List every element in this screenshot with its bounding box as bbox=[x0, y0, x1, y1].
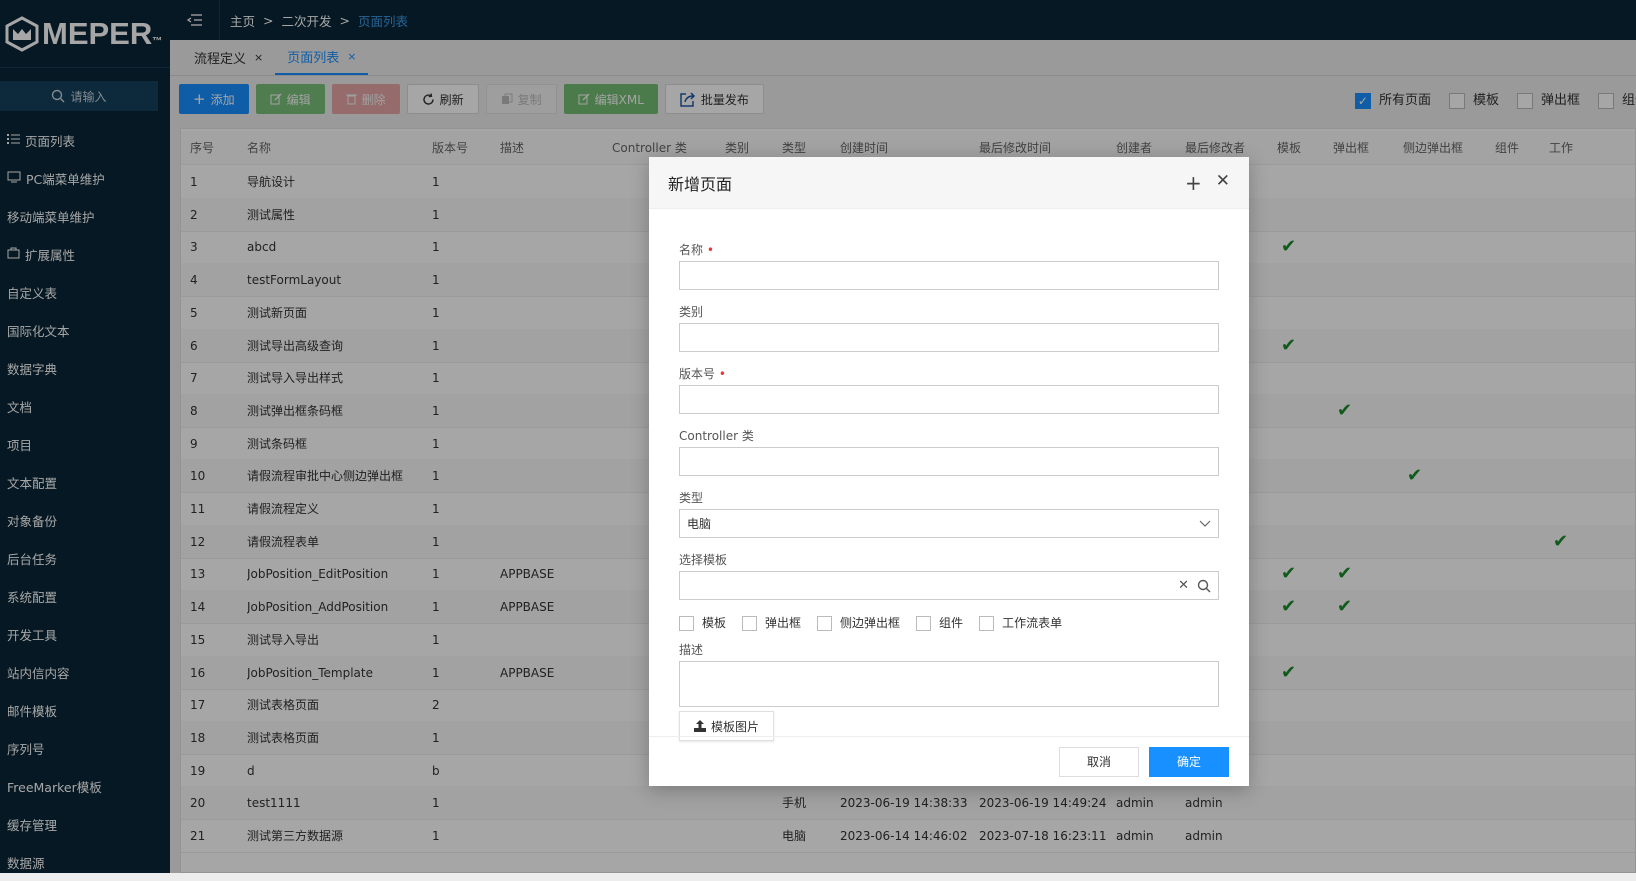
dialog-body: 名称 • 类别 版本号 • Controller 类 类型 电脑 选择模板 ✕ … bbox=[649, 209, 1249, 741]
option-popup[interactable]: 弹出框 bbox=[742, 614, 801, 631]
dialog-title: 新增页面 bbox=[668, 174, 733, 194]
category-input[interactable] bbox=[679, 323, 1219, 352]
option-workflow-form[interactable]: 工作流表单 bbox=[979, 614, 1062, 631]
template-picker[interactable]: ✕ bbox=[679, 571, 1219, 600]
close-icon[interactable]: ✕ bbox=[1216, 171, 1230, 195]
option-side-popup[interactable]: 侧边弹出框 bbox=[817, 614, 900, 631]
version-input[interactable] bbox=[679, 385, 1219, 414]
controller-label: Controller 类 bbox=[679, 429, 754, 443]
upload-label: 模板图片 bbox=[711, 719, 760, 734]
page-kind-options: 模板 弹出框 侧边弹出框 组件 工作流表单 bbox=[679, 613, 1219, 631]
required-mark: • bbox=[718, 367, 726, 381]
template-label: 选择模板 bbox=[679, 553, 728, 567]
type-label: 类型 bbox=[679, 491, 704, 505]
search-icon[interactable] bbox=[1197, 579, 1211, 593]
option-template[interactable]: 模板 bbox=[679, 614, 726, 631]
version-label: 版本号 • bbox=[679, 367, 726, 381]
desc-label: 描述 bbox=[679, 643, 704, 657]
checkbox-icon[interactable] bbox=[742, 615, 758, 631]
checkbox-icon[interactable] bbox=[916, 615, 932, 631]
add-page-dialog: 新增页面 + ✕ 名称 • 类别 版本号 • Controller 类 类型 电… bbox=[649, 157, 1249, 786]
desc-textarea[interactable] bbox=[679, 661, 1219, 707]
upload-icon bbox=[694, 720, 706, 732]
name-label: 名称 • bbox=[679, 243, 714, 257]
dialog-header: 新增页面 + ✕ bbox=[649, 157, 1249, 209]
option-component[interactable]: 组件 bbox=[916, 614, 963, 631]
confirm-button[interactable]: 确定 bbox=[1149, 746, 1229, 777]
clear-icon[interactable]: ✕ bbox=[1178, 578, 1189, 593]
controller-input[interactable] bbox=[679, 447, 1219, 476]
checkbox-icon[interactable] bbox=[679, 615, 694, 631]
checkbox-icon[interactable] bbox=[817, 615, 833, 631]
type-select-value: 电脑 bbox=[687, 517, 712, 531]
checkbox-icon[interactable] bbox=[979, 615, 995, 631]
cancel-button[interactable]: 取消 bbox=[1059, 746, 1139, 777]
chevron-down-icon bbox=[1199, 517, 1211, 531]
dialog-footer: 取消 确定 bbox=[649, 736, 1249, 786]
name-input[interactable] bbox=[679, 261, 1219, 290]
maximize-icon[interactable]: + bbox=[1185, 171, 1202, 195]
type-select[interactable]: 电脑 bbox=[679, 509, 1219, 538]
required-mark: • bbox=[706, 243, 714, 257]
category-label: 类别 bbox=[679, 305, 704, 319]
